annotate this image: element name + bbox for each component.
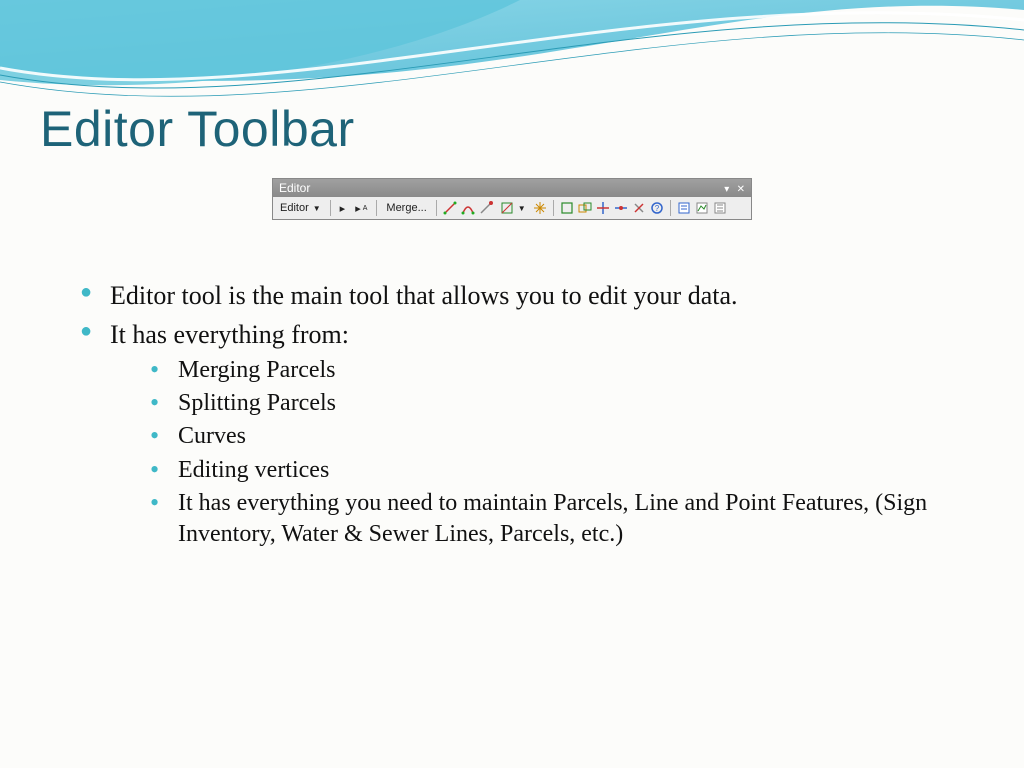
toolbar-window-controls: ▾ ✕: [720, 181, 745, 195]
split-icon: [596, 201, 610, 215]
editor-toolbar-screenshot: Editor ▾ ✕ Editor▼ ▸ ▸A Merge... ▼: [272, 178, 752, 220]
attributes-icon: [677, 201, 691, 215]
sketch-icon: [695, 201, 709, 215]
cut-icon: [632, 201, 646, 215]
topo2-icon: [578, 201, 592, 215]
toolbar-titlebar: Editor ▾ ✕: [273, 179, 751, 197]
endpoint-icon: [479, 201, 493, 215]
help-icon: ?: [650, 201, 664, 215]
merge-button: Merge...: [383, 201, 429, 215]
list-item: Splitting Parcels: [150, 388, 984, 419]
list-item: Editing vertices: [150, 455, 984, 486]
rotate-icon: [614, 201, 628, 215]
list-item: Curves: [150, 421, 984, 452]
list-item: Editor tool is the main tool that allows…: [80, 280, 984, 313]
list-item: It has everything you need to maintain P…: [150, 488, 984, 550]
list-item: Merging Parcels: [150, 355, 984, 386]
play-icon: ▸: [337, 201, 349, 216]
sub-bullet-list: Merging Parcels Splitting Parcels Curves…: [110, 355, 984, 550]
bullet-list: Editor tool is the main tool that allows…: [40, 280, 984, 550]
line-icon: [443, 201, 457, 215]
list-item: It has everything from: Merging Parcels …: [80, 319, 984, 551]
close-icon: ✕: [737, 184, 745, 195]
arc-icon: [461, 201, 475, 215]
options-icon: [713, 201, 727, 215]
play-a-icon: ▸A: [352, 201, 370, 216]
toolbar-strip: Editor▼ ▸ ▸A Merge... ▼ ?: [273, 197, 751, 219]
minimize-icon: ▾: [724, 184, 729, 195]
trace-dropdown-icon: ▼: [497, 200, 529, 216]
svg-text:?: ?: [654, 204, 659, 213]
editor-menu: Editor▼: [277, 201, 324, 215]
burst-icon: [533, 201, 547, 215]
slide-title: Editor Toolbar: [40, 100, 984, 158]
toolbar-window-title: Editor: [279, 181, 310, 195]
topo1-icon: [560, 201, 574, 215]
